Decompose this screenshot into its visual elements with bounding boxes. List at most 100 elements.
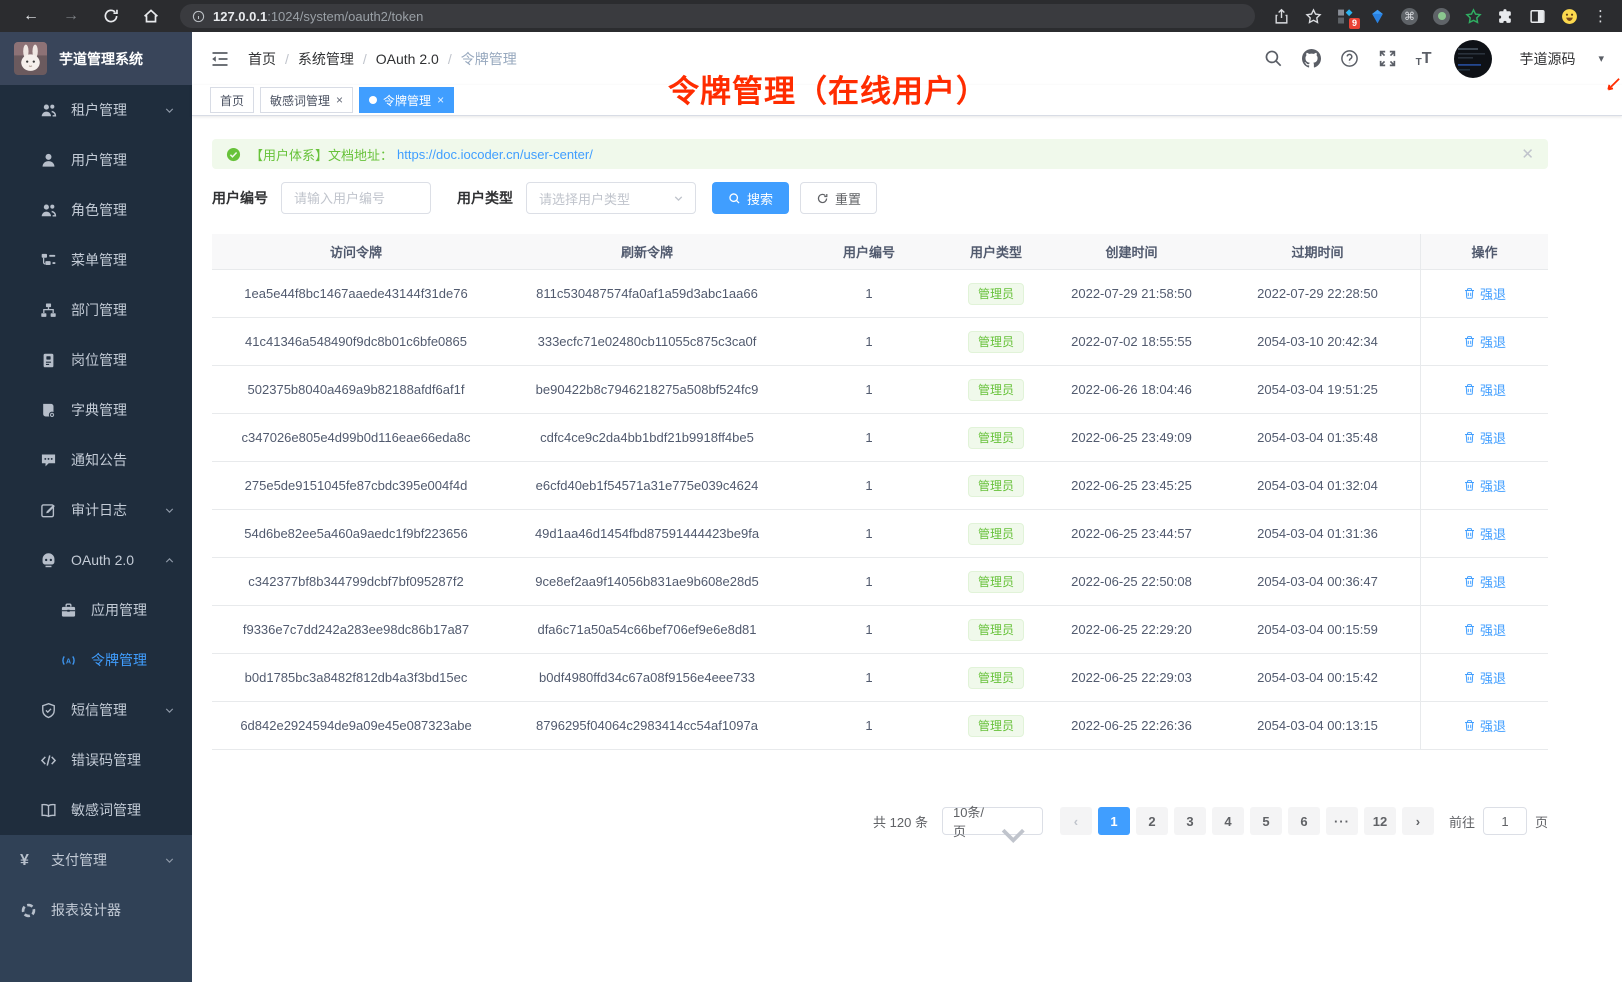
sidebar-item-audit[interactable]: 审计日志 [0, 485, 192, 535]
page-button[interactable]: 6 [1288, 807, 1320, 835]
extension-grid-icon[interactable]: 9 [1337, 8, 1354, 25]
page-button[interactable]: 3 [1174, 807, 1206, 835]
force-logout-button[interactable]: 强退 [1463, 380, 1506, 399]
refresh-token-cell: e6cfd40eb1f54571a31e775e039c4624 [500, 462, 794, 509]
doc-link[interactable]: https://doc.iocoder.cn/user-center/ [397, 147, 593, 162]
browser-reload-icon[interactable] [102, 7, 120, 25]
user-type-select[interactable]: 请选择用户类型 [526, 182, 696, 214]
sidebar-item-app[interactable]: 应用管理 [0, 585, 192, 635]
tab-item[interactable]: 敏感词管理× [260, 87, 353, 113]
table-header-row: 访问令牌刷新令牌用户编号用户类型创建时间过期时间操作 [212, 234, 1548, 270]
side-panel-icon[interactable] [1529, 8, 1546, 25]
green-star-extension-icon[interactable] [1465, 8, 1482, 25]
sidebar-item-pay[interactable]: ¥支付管理 [0, 835, 192, 885]
force-logout-label: 强退 [1480, 284, 1506, 303]
browser-back-icon[interactable]: ← [22, 7, 40, 25]
created-time-cell: 2022-06-25 23:44:57 [1048, 510, 1215, 557]
tab-close-icon[interactable]: × [336, 94, 343, 106]
gem-extension-icon[interactable] [1369, 8, 1386, 25]
force-logout-label: 强退 [1480, 668, 1506, 687]
sidebar-item-tenant[interactable]: 租户管理 [0, 85, 192, 135]
force-logout-button[interactable]: 强退 [1463, 524, 1506, 543]
bookmark-star-icon[interactable] [1305, 8, 1322, 25]
created-time-cell: 2022-06-25 23:49:09 [1048, 414, 1215, 461]
address-bar[interactable]: 127.0.0.1:1024/system/oauth2/token [180, 4, 1255, 28]
next-page-button[interactable]: › [1402, 807, 1434, 835]
page-button[interactable]: 2 [1136, 807, 1168, 835]
force-logout-button[interactable]: 强退 [1463, 332, 1506, 351]
page-button[interactable]: 5 [1250, 807, 1282, 835]
sidebar-item-oauth[interactable]: OAuth 2.0 [0, 535, 192, 585]
force-logout-button[interactable]: 强退 [1463, 476, 1506, 495]
user-type-tag: 管理员 [968, 715, 1024, 737]
tab-active[interactable]: 令牌管理× [359, 87, 454, 113]
sidebar-item-token[interactable]: A令牌管理 [0, 635, 192, 685]
browser-forward-icon[interactable]: → [62, 7, 80, 25]
force-logout-button[interactable]: 强退 [1463, 284, 1506, 303]
font-size-icon[interactable]: TT [1416, 50, 1432, 68]
username[interactable]: 芋道源码 [1519, 49, 1575, 69]
breadcrumb-item[interactable]: OAuth 2.0 [376, 51, 439, 67]
table-row: b0d1785bc3a8482f812db4a3f3bd15ecb0df4980… [212, 654, 1548, 702]
breadcrumb-item[interactable]: 首页 [248, 49, 276, 69]
page-size-select[interactable]: 10条/页 [942, 807, 1043, 835]
sidebar-item-role[interactable]: 角色管理 [0, 185, 192, 235]
browser-menu-icon[interactable]: ⋮ [1593, 7, 1608, 25]
tab-close-icon[interactable]: × [437, 94, 444, 106]
help-icon[interactable] [1340, 49, 1359, 68]
force-logout-button[interactable]: 强退 [1463, 620, 1506, 639]
tab-item[interactable]: 首页 [210, 87, 254, 113]
sidebar-item-menu[interactable]: 菜单管理 [0, 235, 192, 285]
sidebar-item-errcode[interactable]: 错误码管理 [0, 735, 192, 785]
reset-button[interactable]: 重置 [800, 182, 877, 214]
force-logout-button[interactable]: 强退 [1463, 572, 1506, 591]
page-button[interactable]: 4 [1212, 807, 1244, 835]
chevron-down-icon [993, 815, 1034, 827]
goto-page-input[interactable] [1483, 807, 1527, 835]
sidebar-item-report[interactable]: 报表设计器 [0, 885, 192, 935]
site-info-icon[interactable] [192, 10, 205, 23]
user-caret-down-icon[interactable]: ▾ [1598, 52, 1604, 65]
force-logout-button[interactable]: 强退 [1463, 668, 1506, 687]
sidebar-item-label: 角色管理 [71, 200, 127, 220]
alert-close-icon[interactable]: ✕ [1521, 147, 1534, 162]
force-logout-button[interactable]: 强退 [1463, 716, 1506, 735]
column-header: 过期时间 [1215, 234, 1420, 269]
sidebar-item-user[interactable]: 用户管理 [0, 135, 192, 185]
user-id-input[interactable] [281, 182, 431, 214]
table-row: 275e5de9151045fe87cbdc395e004f4de6cfd40e… [212, 462, 1548, 510]
emoji-profile-icon[interactable] [1561, 8, 1578, 25]
command-extension-icon[interactable]: ⌘ [1401, 8, 1418, 25]
force-logout-button[interactable]: 强退 [1463, 428, 1506, 447]
prev-page-button[interactable]: ‹ [1060, 807, 1092, 835]
sidebar-item-label: 租户管理 [71, 100, 127, 120]
pagination-total: 共 120 条 [873, 812, 928, 831]
header-search-icon[interactable] [1264, 49, 1283, 68]
expire-time-cell: 2022-07-29 22:28:50 [1215, 270, 1420, 317]
sidebar-collapse-icon[interactable] [210, 49, 230, 69]
recorder-extension-icon[interactable] [1433, 8, 1450, 25]
search-button[interactable]: 搜索 [712, 182, 789, 214]
user-avatar[interactable] [1454, 40, 1492, 78]
sidebar-item-label: 敏感词管理 [71, 800, 141, 820]
table-row: c347026e805e4d99b0d116eae66eda8ccdfc4ce9… [212, 414, 1548, 462]
page-button[interactable]: 1 [1098, 807, 1130, 835]
github-icon[interactable] [1302, 49, 1321, 68]
app-logo[interactable]: 芋道管理系统 [0, 32, 192, 85]
user-type-tag: 管理员 [968, 379, 1024, 401]
trash-icon [1463, 671, 1476, 684]
share-icon[interactable] [1273, 8, 1290, 25]
breadcrumb-item[interactable]: 系统管理 [298, 49, 354, 69]
sidebar-item-sensitive[interactable]: 敏感词管理 [0, 785, 192, 835]
fullscreen-icon[interactable] [1378, 49, 1397, 68]
page-button[interactable]: 12 [1364, 807, 1396, 835]
sidebar-item-sms[interactable]: 短信管理 [0, 685, 192, 735]
browser-home-icon[interactable] [142, 7, 160, 25]
sidebar-item-dept[interactable]: 部门管理 [0, 285, 192, 335]
sidebar-item-label: 部门管理 [71, 300, 127, 320]
puzzle-extensions-icon[interactable] [1497, 8, 1514, 25]
sidebar-item-dict[interactable]: 字典管理 [0, 385, 192, 435]
sidebar-item-post[interactable]: 岗位管理 [0, 335, 192, 385]
pager-more[interactable]: ··· [1326, 807, 1358, 835]
sidebar-item-notice[interactable]: 通知公告 [0, 435, 192, 485]
